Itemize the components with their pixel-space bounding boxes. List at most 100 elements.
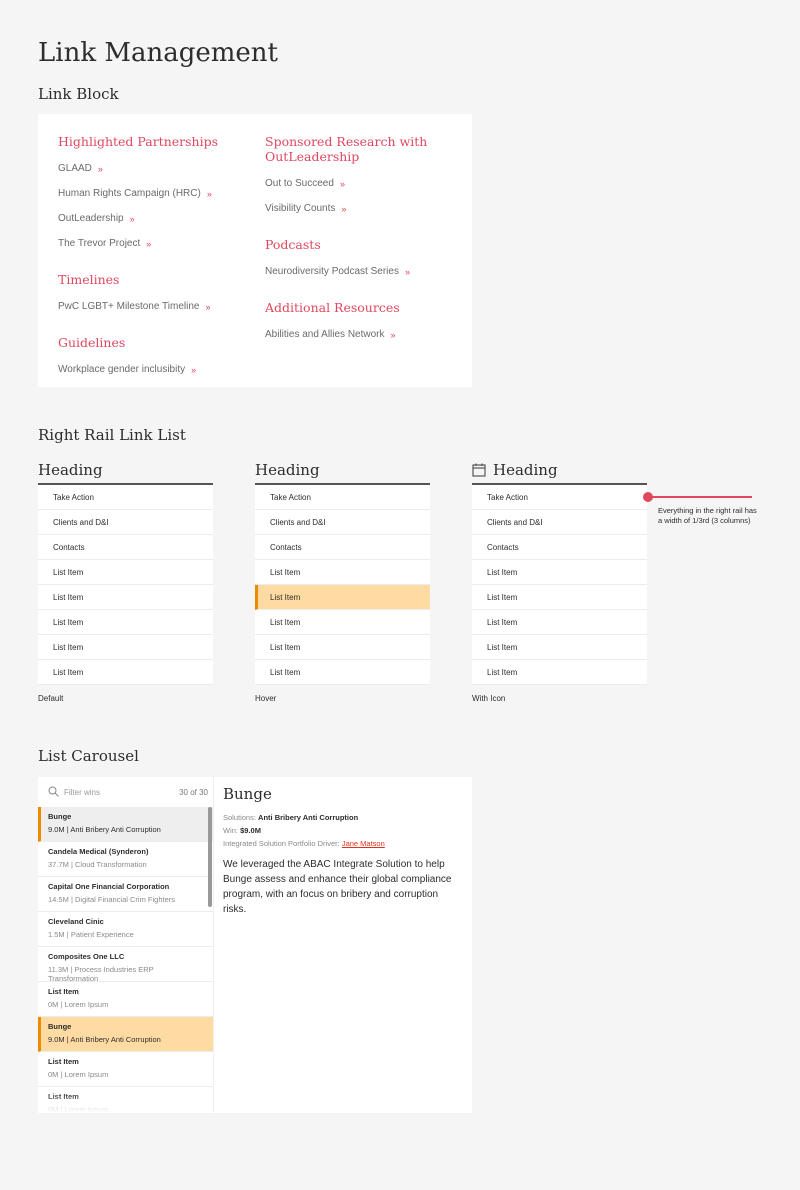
link-item[interactable]: Abilities and Allies Network » bbox=[265, 322, 455, 347]
annotation-text: Everything in the right rail has a width… bbox=[658, 506, 757, 525]
rail-link-item[interactable]: List Item bbox=[38, 635, 213, 660]
chevron-right-icon: » bbox=[146, 238, 152, 249]
item-name: Composites One LLC bbox=[48, 952, 125, 961]
rail-link-item[interactable]: Clients and D&I bbox=[472, 510, 647, 535]
item-desc: Cloud Transformation bbox=[74, 860, 147, 869]
item-desc: Anti Bribery Anti Corruption bbox=[70, 825, 161, 834]
carousel-list-item[interactable]: Bunge 9.0M | Anti Bribery Anti Corruption bbox=[38, 1017, 213, 1052]
carousel-list-item[interactable]: Capital One Financial Corporation 14.5M |… bbox=[38, 877, 213, 912]
rail-link-item[interactable]: Contacts bbox=[38, 535, 213, 560]
carousel-list-item[interactable]: Candela Medical (Synderon) 37.7M | Cloud … bbox=[38, 842, 213, 877]
rail-link-item[interactable]: List Item bbox=[472, 660, 647, 685]
link-label: OutLeadership bbox=[58, 213, 124, 224]
driver-link[interactable]: Jane Matson bbox=[342, 839, 385, 848]
link-item[interactable]: Visibility Counts » bbox=[265, 196, 455, 221]
link-group: Sponsored Research with OutLeadership Out… bbox=[265, 134, 455, 221]
link-item[interactable]: Out to Succeed » bbox=[265, 171, 455, 196]
link-item[interactable]: Neurodiversity Podcast Series » bbox=[265, 259, 455, 284]
chevron-right-icon: » bbox=[339, 178, 345, 189]
rail-link-item[interactable]: List Item bbox=[472, 610, 647, 635]
rail-link-item[interactable]: Contacts bbox=[255, 535, 430, 560]
annotation-line bbox=[648, 496, 752, 498]
link-block-column-1: Highlighted Partnerships GLAAD» Human Righ… bbox=[58, 134, 248, 398]
rail-link-item[interactable]: List Item bbox=[255, 635, 430, 660]
rail-link-item[interactable]: List Item bbox=[255, 610, 430, 635]
link-item[interactable]: The Trevor Project » bbox=[58, 231, 248, 256]
right-rail-section-title: Right Rail Link List bbox=[38, 426, 186, 444]
chevron-right-icon: » bbox=[206, 188, 212, 199]
link-group-heading: Sponsored Research with OutLeadership bbox=[265, 134, 428, 164]
item-name: Capital One Financial Corporation bbox=[48, 882, 170, 891]
rail-link-item[interactable]: List Item bbox=[38, 585, 213, 610]
link-item[interactable]: Human Rights Campaign (HRC) » bbox=[58, 181, 248, 206]
carousel-list-item[interactable]: Composites One LLC 11.3M | Process Indust… bbox=[38, 947, 213, 983]
rail-link-item[interactable]: List Item bbox=[38, 560, 213, 585]
rail-link-item[interactable]: List Item bbox=[472, 560, 647, 585]
link-item[interactable]: OutLeadership » bbox=[58, 206, 248, 231]
link-label: Abilities and Allies Network bbox=[265, 329, 385, 340]
rail-list: Take Action Clients and D&I Contacts List I… bbox=[38, 485, 213, 685]
item-value: 0M bbox=[48, 1000, 59, 1009]
link-label: Visibility Counts bbox=[265, 203, 336, 214]
item-desc: Lorem Ipsum bbox=[64, 1000, 109, 1009]
filter-search[interactable]: Filter wins 30 of 30 bbox=[38, 777, 213, 807]
item-desc: Lorem Ipsum bbox=[64, 1070, 109, 1079]
scrollbar[interactable] bbox=[208, 807, 212, 907]
list-carousel: Filter wins 30 of 30 Bunge 9.0M | Anti Br… bbox=[38, 777, 472, 1113]
rail-list: Take Action Clients and D&I Contacts List I… bbox=[472, 485, 647, 685]
chevron-right-icon: » bbox=[205, 301, 211, 312]
rail-heading-text: Heading bbox=[255, 461, 320, 479]
carousel-list-item[interactable]: Bunge 9.0M | Anti Bribery Anti Corruption bbox=[38, 807, 213, 842]
link-label: Out to Succeed bbox=[265, 178, 334, 189]
link-group: Podcasts Neurodiversity Podcast Series » bbox=[265, 237, 455, 284]
rail-heading-text: Heading bbox=[493, 461, 558, 479]
link-item[interactable]: Workplace gender inclusibity » bbox=[58, 357, 248, 382]
rail-link-item[interactable]: List Item bbox=[38, 610, 213, 635]
chevron-right-icon: » bbox=[97, 163, 103, 174]
carousel-list-item[interactable]: List Item 0M | Lorem Ipsum bbox=[38, 982, 213, 1017]
page-title: Link Management bbox=[38, 38, 278, 68]
rail-link-item[interactable]: List Item bbox=[38, 660, 213, 685]
link-label: PwC LGBT+ Milestone Timeline bbox=[58, 301, 200, 312]
carousel-list-item[interactable]: List Item 0M | Lorem Ipsum bbox=[38, 1052, 213, 1087]
link-label: GLAAD bbox=[58, 163, 92, 174]
driver-label: Integrated Solution Portfolio Driver: bbox=[223, 839, 340, 848]
rail-link-item[interactable]: Clients and D&I bbox=[38, 510, 213, 535]
rail-heading: Heading bbox=[38, 457, 213, 485]
rail-link-item[interactable]: Take Action bbox=[472, 485, 647, 510]
right-rail-default: Heading Take Action Clients and D&I Contac… bbox=[38, 457, 213, 685]
chevron-right-icon: » bbox=[390, 329, 396, 340]
item-meta: 1.5M | Patient Experience bbox=[48, 930, 203, 939]
item-value: 0M bbox=[48, 1070, 59, 1079]
link-item[interactable]: GLAAD » bbox=[58, 156, 248, 181]
rail-heading: Heading bbox=[255, 457, 430, 485]
rail-heading-text: Heading bbox=[38, 461, 103, 479]
link-block-section-title: Link Block bbox=[38, 85, 119, 103]
rail-link-item[interactable]: List Item bbox=[472, 585, 647, 610]
link-label: Human Rights Campaign (HRC) bbox=[58, 188, 201, 199]
solutions-value: Anti Bribery Anti Corruption bbox=[258, 813, 359, 822]
chevron-right-icon: » bbox=[341, 203, 347, 214]
rail-link-item[interactable]: List Item bbox=[255, 560, 430, 585]
link-group-heading: Highlighted Partnerships bbox=[58, 134, 218, 149]
link-group: Additional Resources Abilities and Allies… bbox=[265, 300, 455, 347]
rail-link-item[interactable]: Clients and D&I bbox=[255, 510, 430, 535]
link-group-heading: Additional Resources bbox=[265, 300, 400, 315]
carousel-list-item[interactable]: Cleveland Cinic 1.5M | Patient Experience bbox=[38, 912, 213, 947]
link-item[interactable]: PwC LGBT+ Milestone Timeline » bbox=[58, 294, 248, 319]
item-name: Candela Medical (Synderon) bbox=[48, 847, 149, 856]
link-block: Highlighted Partnerships GLAAD» Human Righ… bbox=[38, 114, 472, 387]
rail-link-item[interactable]: List Item bbox=[255, 660, 430, 685]
item-value: 9.0M bbox=[48, 825, 65, 834]
search-input[interactable]: Filter wins bbox=[64, 788, 179, 797]
win-value: $9.0M bbox=[240, 826, 261, 835]
rail-link-item[interactable]: Contacts bbox=[472, 535, 647, 560]
rail-link-item[interactable]: Take Action bbox=[255, 485, 430, 510]
item-value: 11.3M bbox=[48, 965, 69, 974]
item-value: 9.0M bbox=[48, 1035, 65, 1044]
detail-title: Bunge bbox=[223, 785, 272, 803]
list-fade bbox=[38, 1093, 213, 1113]
rail-link-item[interactable]: List Item bbox=[255, 585, 430, 610]
rail-link-item[interactable]: Take Action bbox=[38, 485, 213, 510]
rail-link-item[interactable]: List Item bbox=[472, 635, 647, 660]
